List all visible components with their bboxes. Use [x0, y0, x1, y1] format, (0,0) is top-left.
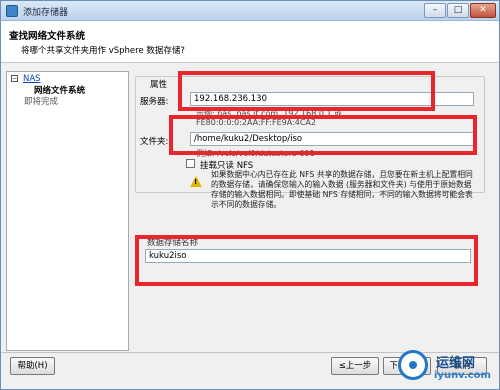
- folder-label: 文件夹:: [140, 137, 169, 147]
- highlight-box-server: [178, 71, 435, 111]
- warning-text: 如果数据中心内已存在此 NFS 共享的数据存储，且您要在新主机上配置相同的数据存…: [211, 170, 473, 209]
- watermark-cn: 运维网: [436, 356, 476, 371]
- site-watermark: 运维网 iyunv.com: [396, 346, 496, 386]
- page-subtitle: 将哪个共享文件夹用作 vSphere 数据存储?: [21, 46, 185, 56]
- warning-icon: !: [190, 176, 202, 187]
- back-button[interactable]: ≤上一步: [331, 357, 379, 375]
- title-bar: 添加存储器 – □ ✕: [1, 1, 499, 21]
- watermark-url: iyunv.com: [434, 370, 491, 381]
- storage-app-icon: [6, 5, 18, 17]
- watermark-logo-icon: [398, 350, 428, 380]
- nav-item-nas[interactable]: NAS: [23, 74, 41, 84]
- page-title: 查找网络文件系统: [9, 31, 86, 42]
- highlight-box-folder: [169, 115, 477, 155]
- mount-readonly-checkbox[interactable]: [186, 159, 195, 168]
- wizard-header: 查找网络文件系统 将哪个共享文件夹用作 vSphere 数据存储?: [1, 21, 499, 63]
- add-storage-window: 添加存储器 – □ ✕ 查找网络文件系统 将哪个共享文件夹用作 vSphere …: [0, 0, 500, 390]
- maximize-button[interactable]: □: [447, 3, 469, 18]
- help-button[interactable]: 帮助(H): [10, 357, 55, 375]
- wizard-content: 属性 服务器: 192.168.236.130 示例: nas, nas.it.…: [129, 71, 491, 351]
- properties-group-label: 属性: [148, 78, 170, 90]
- window-title: 添加存储器: [23, 8, 69, 18]
- server-label: 服务器:: [140, 97, 169, 107]
- nav-item-ready-to-complete: 即将完成: [24, 97, 59, 107]
- wizard-steps-nav: − NAS 网络文件系统 即将完成: [6, 71, 129, 351]
- collapse-icon[interactable]: −: [11, 75, 18, 82]
- highlight-box-datastore-name: [135, 235, 478, 286]
- close-button[interactable]: ✕: [470, 3, 496, 18]
- minimize-button[interactable]: –: [424, 3, 446, 18]
